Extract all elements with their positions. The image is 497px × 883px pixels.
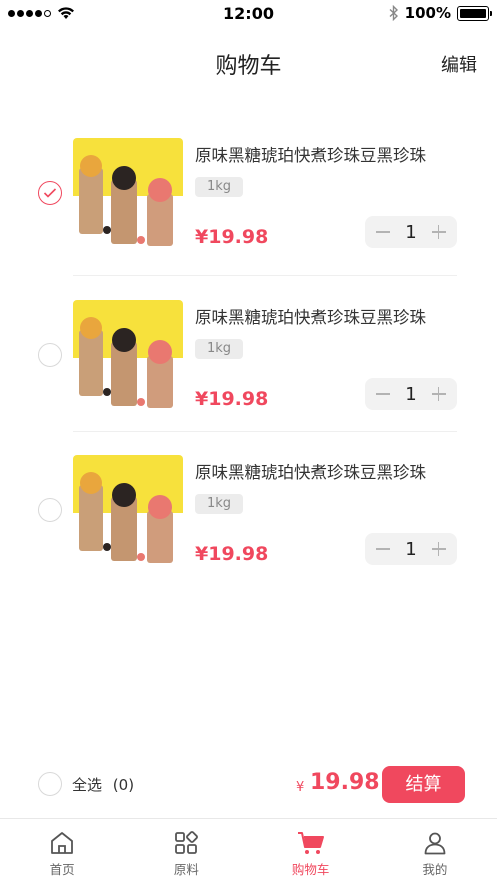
minus-icon[interactable] bbox=[375, 386, 391, 402]
minus-icon[interactable] bbox=[375, 541, 391, 557]
select-all-text: 全选 bbox=[72, 776, 103, 794]
currency-symbol: ¥ bbox=[296, 780, 305, 795]
select-all-checkbox[interactable] bbox=[38, 772, 62, 796]
checkout-button[interactable]: 结算 bbox=[382, 766, 465, 803]
status-right: 100% bbox=[389, 4, 492, 22]
product-price: ¥19.98 bbox=[195, 543, 269, 565]
tab-cart[interactable]: 购物车 bbox=[249, 819, 373, 883]
product-name[interactable]: 原味黑糖琥珀快煮珍珠豆黑珍珠 bbox=[195, 142, 460, 166]
tab-label: 原料 bbox=[173, 862, 199, 877]
cart-icon bbox=[297, 832, 324, 854]
edit-button[interactable]: 编辑 bbox=[441, 51, 477, 77]
cart-item: 原味黑糖琥珀快煮珍珠豆黑珍珠 1kg ¥19.98 1 bbox=[0, 138, 497, 288]
tab-profile[interactable]: 我的 bbox=[373, 819, 497, 883]
item-checkbox[interactable] bbox=[38, 343, 62, 367]
minus-icon[interactable] bbox=[375, 224, 391, 240]
quantity-value: 1 bbox=[405, 538, 417, 560]
product-name[interactable]: 原味黑糖琥珀快煮珍珠豆黑珍珠 bbox=[195, 304, 460, 328]
total-amount: 19.98 bbox=[310, 770, 380, 795]
product-price: ¥19.98 bbox=[195, 226, 269, 248]
quantity-value: 1 bbox=[405, 221, 417, 243]
tab-label: 我的 bbox=[422, 862, 448, 877]
tab-label: 首页 bbox=[49, 862, 75, 877]
product-image[interactable] bbox=[73, 138, 183, 248]
quantity-stepper: 1 bbox=[365, 378, 457, 410]
bluetooth-icon bbox=[389, 5, 398, 21]
plus-icon[interactable] bbox=[431, 224, 447, 240]
check-icon bbox=[43, 188, 57, 198]
tab-materials[interactable]: 原料 bbox=[124, 819, 248, 883]
nav-header: 购物车 编辑 bbox=[0, 44, 497, 84]
grid-icon bbox=[175, 831, 199, 854]
item-checkbox-checked[interactable] bbox=[38, 181, 62, 205]
item-checkbox[interactable] bbox=[38, 498, 62, 522]
product-spec-badge: 1kg bbox=[195, 177, 244, 197]
quantity-stepper: 1 bbox=[365, 216, 457, 248]
battery-percent: 100% bbox=[404, 4, 451, 22]
plus-icon[interactable] bbox=[431, 386, 447, 402]
product-price: ¥19.98 bbox=[195, 388, 269, 410]
cart-item: 原味黑糖琥珀快煮珍珠豆黑珍珠 1kg ¥19.98 1 bbox=[0, 455, 497, 605]
product-image[interactable] bbox=[73, 455, 183, 565]
product-image[interactable] bbox=[73, 300, 183, 410]
tab-home[interactable]: 首页 bbox=[0, 819, 124, 883]
item-divider bbox=[73, 431, 457, 432]
battery-icon bbox=[457, 5, 492, 21]
tab-label: 购物车 bbox=[291, 862, 330, 877]
page-title: 购物车 bbox=[215, 54, 282, 79]
product-spec-badge: 1kg bbox=[195, 339, 244, 359]
plus-icon[interactable] bbox=[431, 541, 447, 557]
select-count: (0) bbox=[112, 776, 135, 794]
select-all-label[interactable]: 全选 (0) bbox=[72, 774, 134, 795]
product-name[interactable]: 原味黑糖琥珀快煮珍珠豆黑珍珠 bbox=[195, 459, 460, 483]
status-bar: 12:00 100% bbox=[0, 0, 497, 28]
quantity-value: 1 bbox=[405, 383, 417, 405]
cart-item: 原味黑糖琥珀快煮珍珠豆黑珍珠 1kg ¥19.98 1 bbox=[0, 300, 497, 450]
quantity-stepper: 1 bbox=[365, 533, 457, 565]
product-spec-badge: 1kg bbox=[195, 494, 244, 514]
home-icon bbox=[51, 832, 74, 854]
user-icon bbox=[424, 832, 446, 855]
checkout-bar: 全选 (0) ¥ 19.98 结算 bbox=[0, 760, 497, 810]
tab-bar: 首页 原料 购物车 我的 bbox=[0, 818, 497, 883]
item-divider bbox=[73, 275, 457, 276]
